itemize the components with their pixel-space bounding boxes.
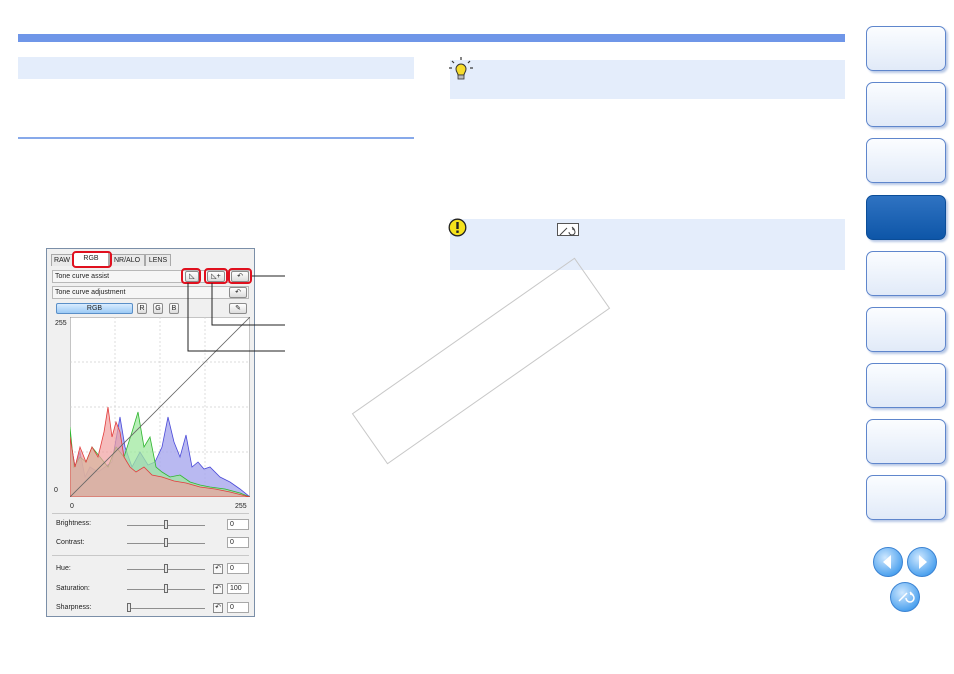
brightness-value[interactable]: 0 xyxy=(227,519,249,530)
saturation-slider-thumb[interactable] xyxy=(164,584,168,593)
nav-tab-9[interactable] xyxy=(866,475,946,520)
sharpness-value[interactable]: 0 xyxy=(227,602,249,613)
y-axis-max-label: 255 xyxy=(55,320,67,327)
hue-value[interactable]: 0 xyxy=(227,563,249,574)
nav-tab-4-active[interactable] xyxy=(866,195,946,240)
channel-rgb-button[interactable]: RGB xyxy=(56,303,133,314)
tone-curve-assist-label: Tone curve assist xyxy=(55,273,110,280)
x-axis-min-label: 0 xyxy=(70,503,74,510)
nav-tab-2[interactable] xyxy=(866,82,946,127)
lightbulb-icon xyxy=(449,57,473,80)
section-divider xyxy=(18,137,414,139)
tab-nr-alo[interactable]: NR/ALO xyxy=(109,254,145,266)
tab-raw[interactable]: RAW xyxy=(51,254,73,266)
arrow-right-icon[interactable] xyxy=(907,547,937,577)
nav-tab-5[interactable] xyxy=(866,251,946,296)
top-rule xyxy=(18,34,845,42)
nav-tab-8[interactable] xyxy=(866,419,946,464)
arrow-left-icon[interactable] xyxy=(873,547,903,577)
tip-box xyxy=(450,60,845,99)
saturation-label: Saturation: xyxy=(56,585,90,592)
nav-tab-1[interactable] xyxy=(866,26,946,71)
divider xyxy=(52,513,249,514)
y-axis-min-label: 0 xyxy=(54,487,58,494)
channel-r-button[interactable]: R xyxy=(137,303,147,314)
contrast-value[interactable]: 0 xyxy=(227,537,249,548)
rgb-tab-highlight xyxy=(72,251,112,268)
callout-lines xyxy=(187,275,285,352)
saturation-value[interactable]: 100 xyxy=(227,583,249,594)
x-axis-max-label: 255 xyxy=(235,503,247,510)
divider xyxy=(52,555,249,556)
saturation-reset-button[interactable]: ↶ xyxy=(213,584,223,594)
reset-curve-icon xyxy=(557,223,579,236)
nav-tab-6[interactable] xyxy=(866,307,946,352)
watermark-frame xyxy=(351,257,611,465)
hue-slider-thumb[interactable] xyxy=(164,564,168,573)
hue-reset-button[interactable]: ↶ xyxy=(213,564,223,574)
nav-tab-7[interactable] xyxy=(866,363,946,408)
sharpness-reset-button[interactable]: ↶ xyxy=(213,603,223,613)
channel-b-button[interactable]: B xyxy=(169,303,179,314)
return-icon[interactable] xyxy=(890,582,920,612)
sharpness-track[interactable] xyxy=(127,608,205,609)
hue-label: Hue: xyxy=(56,565,71,572)
contrast-label: Contrast: xyxy=(56,539,85,546)
caution-box xyxy=(450,219,845,270)
nav-tab-3[interactable] xyxy=(866,138,946,183)
channel-g-button[interactable]: G xyxy=(153,303,163,314)
section-heading-box xyxy=(18,57,414,79)
sharpness-slider-thumb[interactable] xyxy=(127,603,131,612)
tone-curve-adjustment-label: Tone curve adjustment xyxy=(55,289,126,296)
contrast-slider-thumb[interactable] xyxy=(164,538,168,547)
sharpness-label: Sharpness: xyxy=(56,604,92,611)
exclamation-icon xyxy=(448,218,467,237)
tab-lens[interactable]: LENS xyxy=(145,254,171,266)
brightness-slider-thumb[interactable] xyxy=(164,520,168,529)
brightness-label: Brightness: xyxy=(56,520,92,527)
